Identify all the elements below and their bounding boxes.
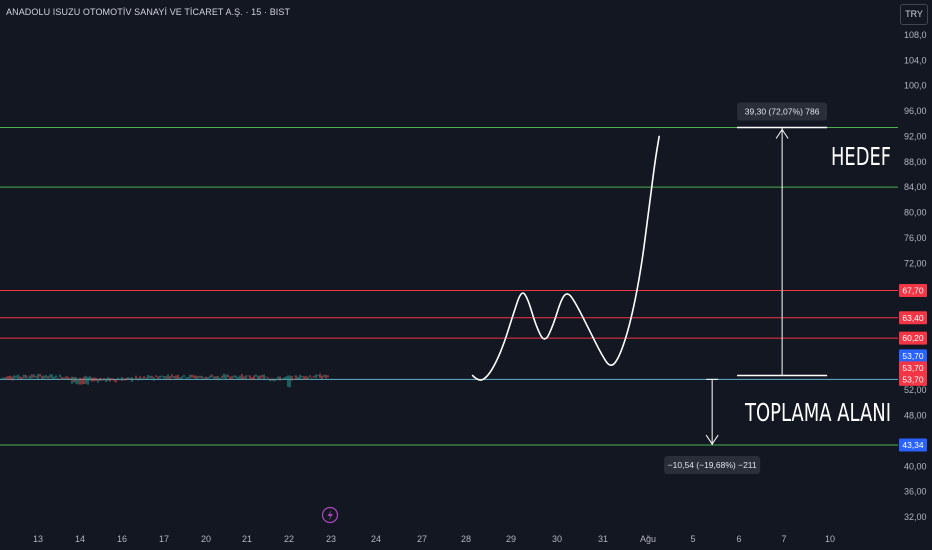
time-axis-tick: Ağu [640, 534, 656, 544]
time-axis-tick: 7 [781, 534, 786, 544]
time-axis-tick: 21 [242, 534, 252, 544]
time-axis-tick: 27 [417, 534, 427, 544]
currency-button[interactable]: TRY [900, 4, 928, 25]
price-axis-tick: 32,00 [904, 512, 927, 522]
price-axis-tick: 80,00 [904, 208, 927, 218]
time-axis-tick: 29 [506, 534, 516, 544]
time-axis-tick: 13 [33, 534, 43, 544]
time-axis-tick: 24 [371, 534, 381, 544]
price-axis-tick: 108,0 [904, 30, 927, 40]
chart-background [0, 0, 932, 550]
price-axis-tick: 52,00 [904, 385, 927, 395]
time-axis-tick: 20 [201, 534, 211, 544]
time-axis-tick: 17 [159, 534, 169, 544]
price-axis-tick: 104,0 [904, 55, 927, 65]
price-axis-tick: 88,00 [904, 157, 927, 167]
time-axis-tick: 16 [117, 534, 127, 544]
time-axis-tick: 31 [598, 534, 608, 544]
price-tag-label: 43,34 [902, 440, 924, 450]
time-axis-tick: 30 [552, 534, 562, 544]
time-axis-tick: 23 [326, 534, 336, 544]
price-tag-label: 53,70 [902, 351, 924, 361]
time-axis-tick: 22 [284, 534, 294, 544]
price-axis-tick: 92,00 [904, 131, 927, 141]
time-axis-tick: 6 [736, 534, 741, 544]
price-axis-tick: 100,0 [904, 81, 927, 91]
annotation-toplama-alani[interactable]: TOPLAMA ALANI [744, 398, 891, 427]
price-axis-tick: 72,00 [904, 258, 927, 268]
time-axis-tick: 5 [690, 534, 695, 544]
symbol-title[interactable]: ANADOLU ISUZU OTOMOTİV SANAYİ VE TİCARET… [6, 7, 290, 17]
time-axis-tick: 14 [75, 534, 85, 544]
price-axis-tick: 36,00 [904, 487, 927, 497]
time-axis-tick: 10 [825, 534, 835, 544]
price-tag-label: 53,70 [902, 374, 924, 384]
price-axis-tick: 96,00 [904, 106, 927, 116]
time-axis-tick: 28 [461, 534, 471, 544]
measure-up-label: 39,30 (72,07%) 786 [745, 106, 820, 116]
price-axis-tick: 84,00 [904, 182, 927, 192]
chart-area[interactable]: 39,30 (72,07%) 786−10,54 (−19,68%) −211 … [0, 0, 932, 550]
price-tag-label: 67,70 [902, 286, 924, 296]
price-tag-label: 63,40 [902, 313, 924, 323]
price-axis-tick: 76,00 [904, 233, 927, 243]
price-axis-tick: 40,00 [904, 461, 927, 471]
annotation-hedef[interactable]: HEDEF [831, 142, 891, 171]
measure-down-label: −10,54 (−19,68%) −211 [668, 460, 757, 470]
price-tag-label: 53,70 [902, 363, 924, 373]
price-tag-label: 60,20 [902, 333, 924, 343]
price-axis-tick: 48,00 [904, 411, 927, 421]
